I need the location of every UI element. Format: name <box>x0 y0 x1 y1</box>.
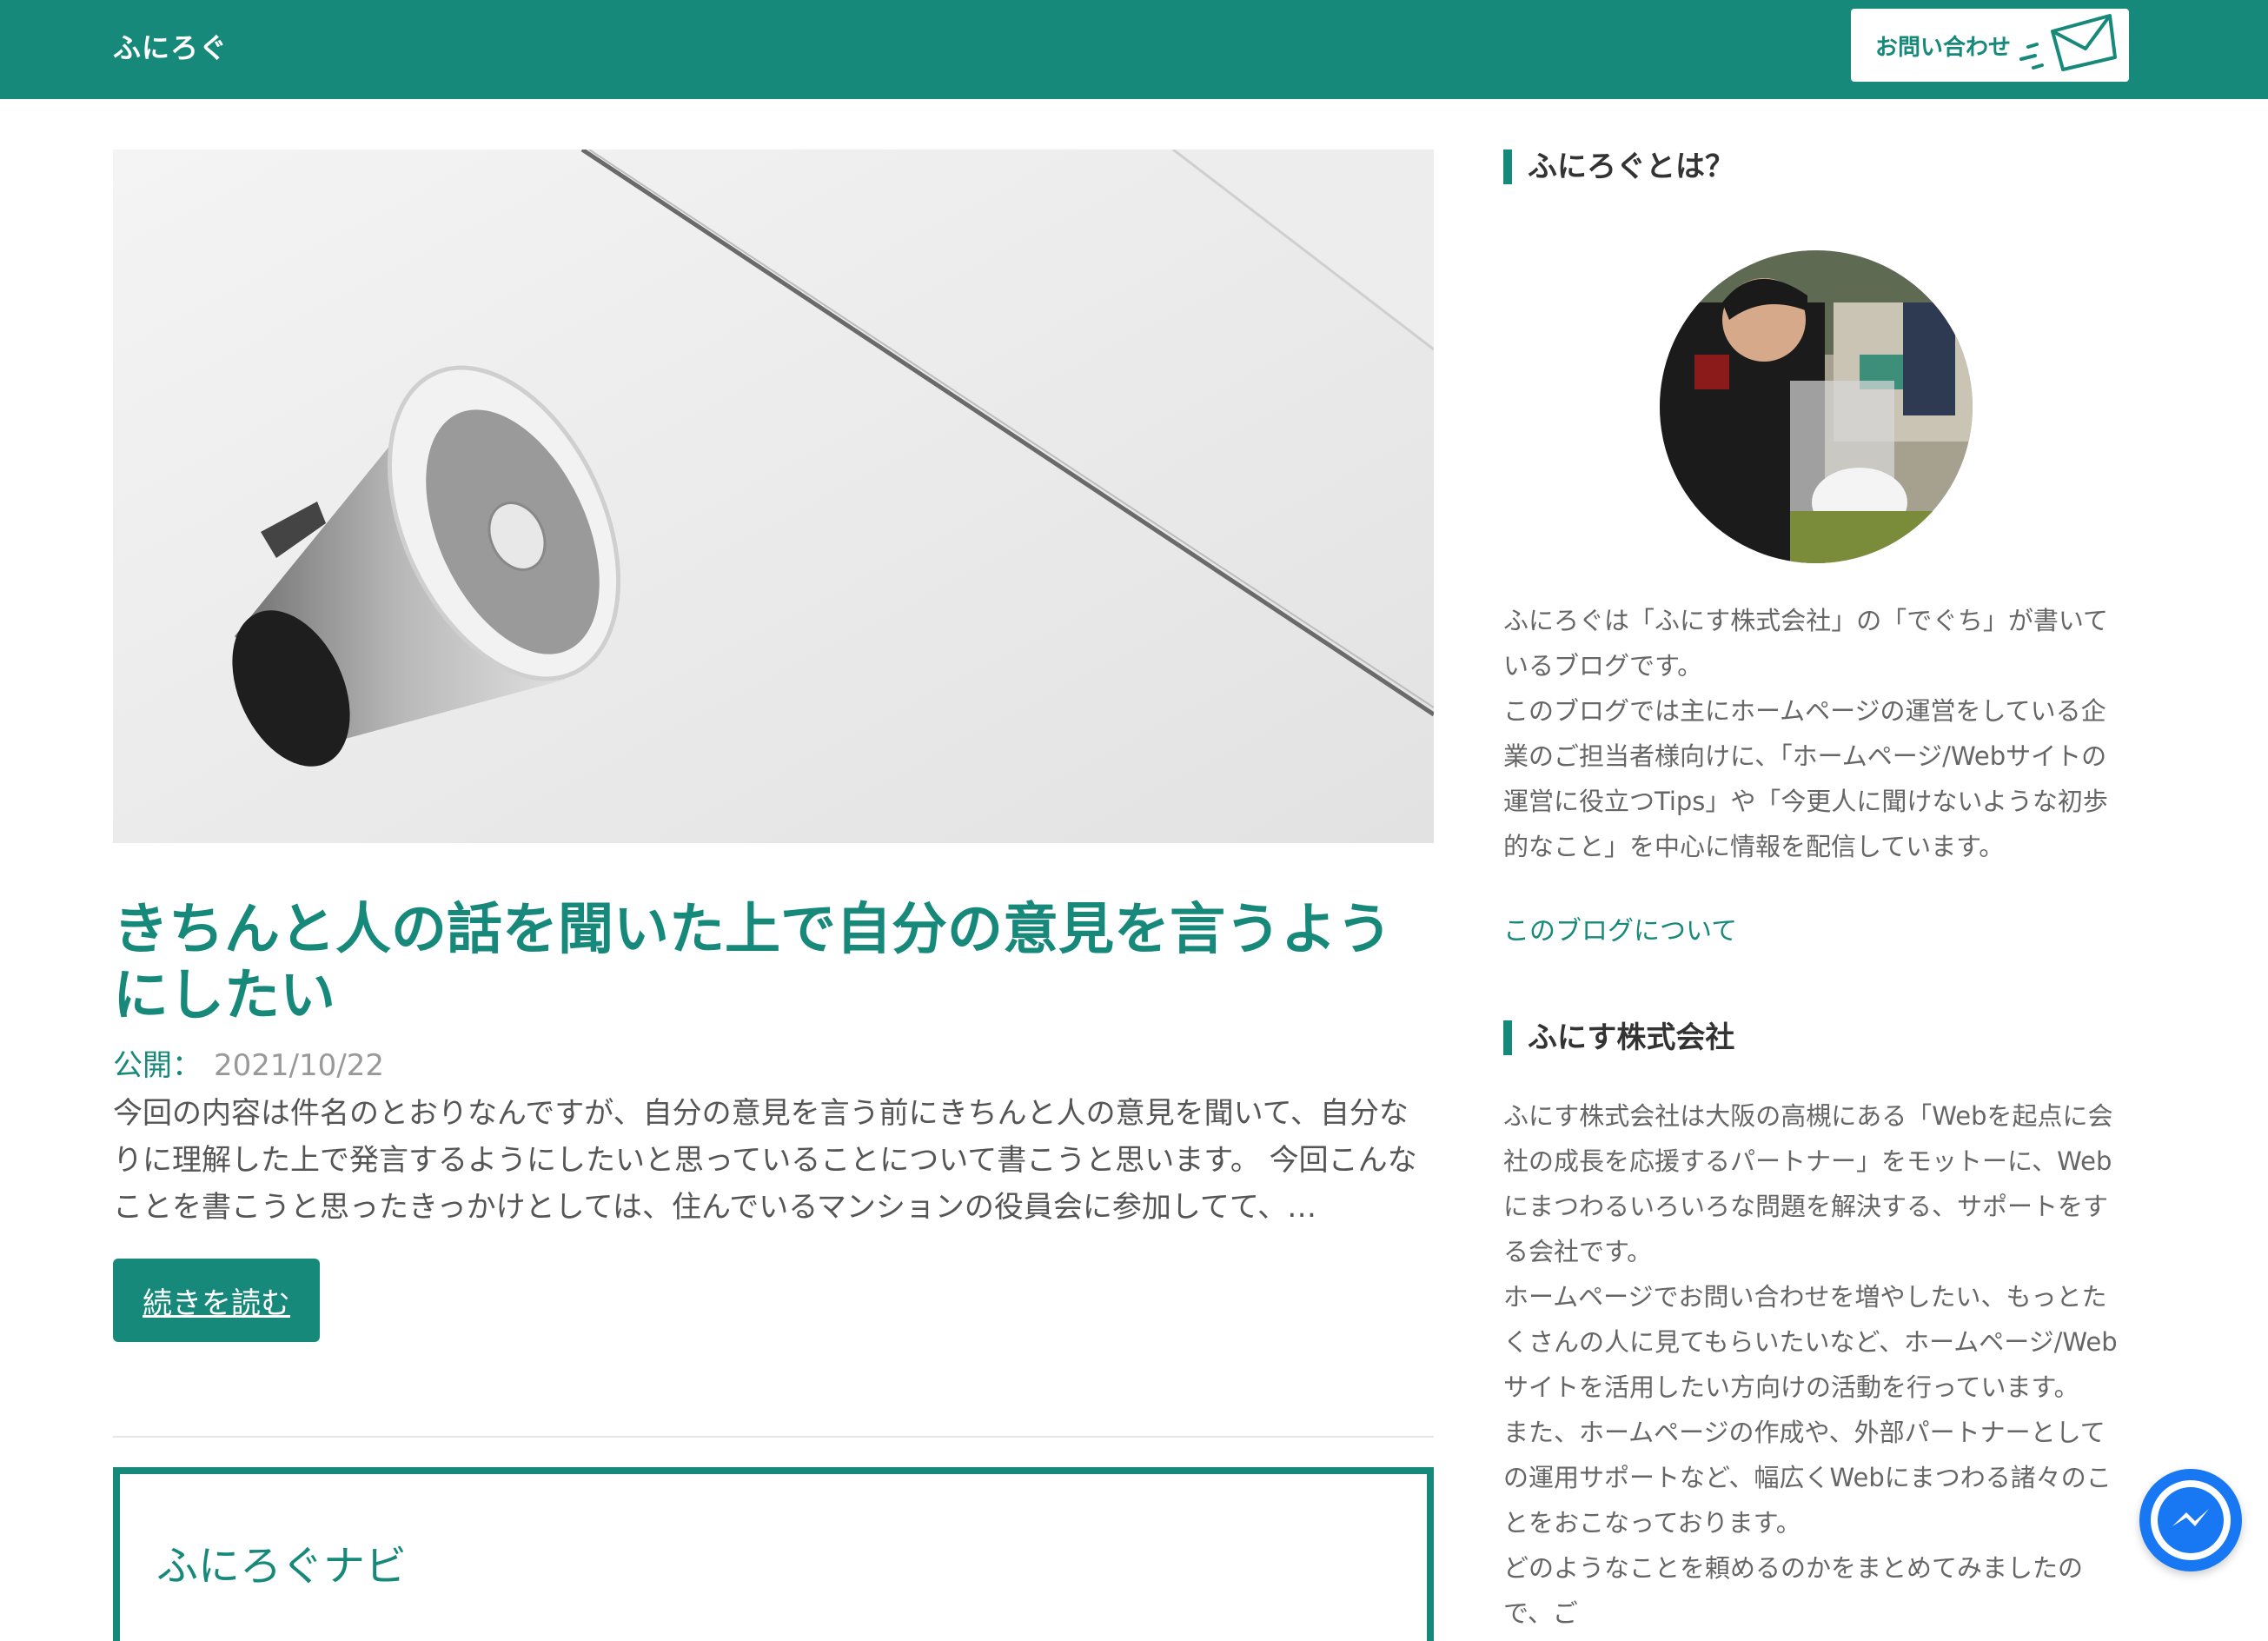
contact-button-label: お問い合わせ <box>1875 34 2012 61</box>
about-text: ふにろぐは「ふにす株式会社」の「でぐち」が書いているブログです。 このブログでは… <box>1503 606 2109 861</box>
avatar <box>1660 250 1973 563</box>
envelope-icon <box>2019 14 2117 71</box>
about-link[interactable]: このブログについて <box>1503 909 1737 947</box>
post-meta: 公開： 2021/10/22 <box>113 1046 384 1085</box>
featured-image[interactable] <box>113 149 1434 843</box>
navi-box: ふにろぐナビ <box>113 1467 1434 1641</box>
contact-button[interactable]: お問い合わせ <box>1851 9 2129 82</box>
site-title[interactable]: ふにろぐ <box>113 26 228 66</box>
site-header: ふにろぐ お問い合わせ <box>0 0 2268 99</box>
about-widget-title: ふにろぐとは？ <box>1503 149 1734 184</box>
navi-title: ふにろぐナビ <box>156 1542 408 1591</box>
post-title[interactable]: きちんと人の話を聞いた上で自分の意見を言うようにしたい <box>113 897 1434 1029</box>
published-label: 公開： <box>113 1048 202 1083</box>
divider <box>113 1436 1434 1438</box>
author-photo <box>1660 250 1973 563</box>
megaphone-photo <box>113 149 1434 843</box>
company-widget-title: ふにす株式会社 <box>1503 1020 1734 1055</box>
published-date: 2021/10/22 <box>214 1048 384 1083</box>
read-more-button[interactable]: 続きを読む <box>113 1259 320 1342</box>
post-excerpt: 今回の内容は件名のとおりなんですが、自分の意見を言う前にきちんと人の意見を聞いて… <box>113 1096 1417 1225</box>
messenger-chat-button[interactable] <box>2139 1469 2242 1571</box>
company-text: ふにす株式会社は大阪の高槻にある「Webを起点に会社の成長を応援するパートナー」… <box>1503 1101 2118 1628</box>
messenger-icon <box>2151 1480 2231 1560</box>
